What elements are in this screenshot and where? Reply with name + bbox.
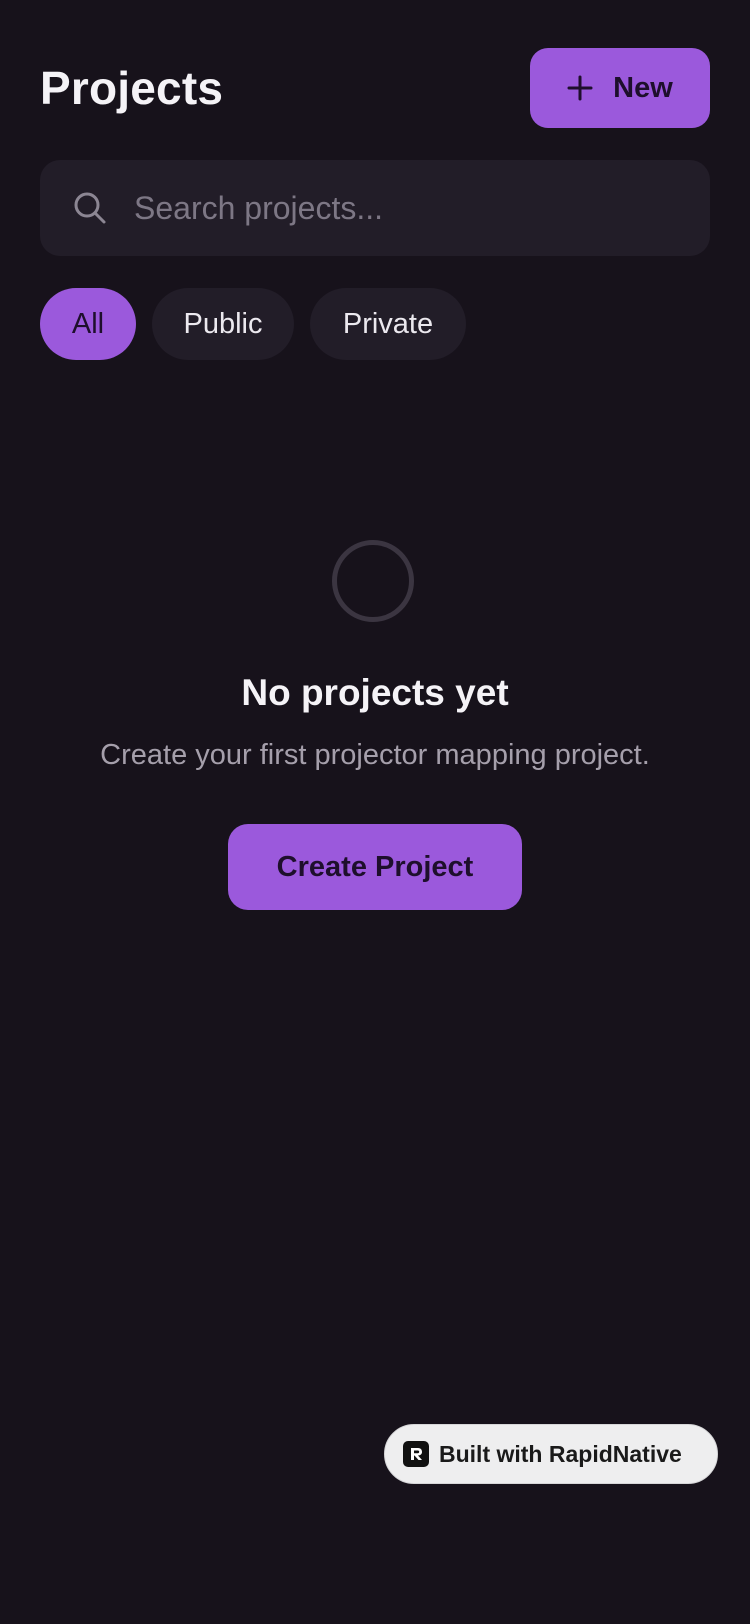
empty-state-icon [332, 540, 414, 622]
create-project-button[interactable]: Create Project [228, 824, 522, 910]
filter-chip-all[interactable]: All [40, 288, 136, 360]
empty-state-title: No projects yet [241, 672, 509, 713]
search-icon [74, 192, 106, 224]
built-with-label: Built with RapidNative [439, 1440, 682, 1467]
built-with-badge[interactable]: Built with RapidNative [384, 1424, 718, 1484]
search-input[interactable] [132, 188, 656, 228]
plus-icon [567, 75, 593, 101]
new-button-label: New [613, 71, 673, 104]
page-title: Projects [40, 62, 224, 114]
search-bar[interactable] [40, 160, 710, 256]
filter-chip-private[interactable]: Private [310, 288, 466, 360]
filter-chip-public[interactable]: Public [152, 288, 294, 360]
empty-state-subtitle: Create your first projector mapping proj… [100, 739, 650, 771]
new-project-button[interactable]: New [530, 48, 710, 128]
rapidnative-logo-icon [403, 1441, 429, 1467]
